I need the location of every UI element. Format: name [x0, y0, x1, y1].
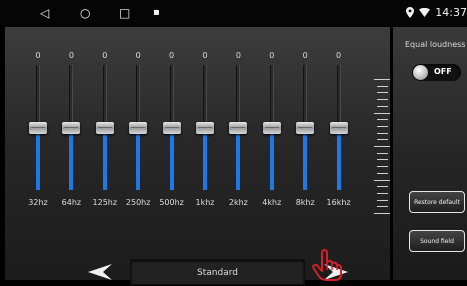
- arrow-left-icon[interactable]: [88, 264, 112, 280]
- band-value: 0: [202, 51, 208, 60]
- eq-band-32hz: 0 32hz: [23, 27, 53, 217]
- eq-band-500hz: 0 500hz: [157, 27, 187, 217]
- slider-fill: [269, 133, 274, 190]
- scale-tick: [377, 99, 388, 101]
- eq-band-8khz: 0 8khz: [290, 27, 320, 217]
- notification-icon: ▪: [153, 7, 160, 18]
- scale-tick: [374, 79, 390, 80]
- slider-knob[interactable]: [262, 121, 281, 134]
- home-icon[interactable]: ○: [80, 6, 90, 20]
- eq-band-64hz: 0 64hz: [56, 27, 86, 217]
- slider-fill: [102, 133, 107, 190]
- slider-fill: [203, 133, 207, 190]
- slider-knob[interactable]: [329, 121, 348, 134]
- scale-tick: [377, 105, 388, 107]
- location-icon: [406, 7, 415, 18]
- recents-icon[interactable]: □: [119, 6, 130, 20]
- scale-tick: [374, 179, 390, 181]
- eq-band-250hz: 0 250hz: [123, 27, 153, 217]
- slider-knob[interactable]: [229, 121, 248, 134]
- scale-tick: [377, 152, 388, 154]
- band-value: 0: [68, 51, 74, 60]
- scale-tick: [377, 125, 388, 127]
- restore-default-button[interactable]: Restore default: [409, 191, 465, 213]
- level-scale: [374, 79, 390, 214]
- eq-band-125hz: 0 125hz: [90, 27, 120, 217]
- preset-name: Standard: [130, 259, 305, 285]
- slider-knob[interactable]: [162, 121, 181, 134]
- band-value: 0: [169, 51, 175, 60]
- toggle-state: OFF: [434, 67, 452, 76]
- eq-band-16khz: 0 16khz: [324, 27, 354, 217]
- scale-tick: [377, 199, 388, 201]
- slider-knob[interactable]: [95, 121, 114, 134]
- scale-tick: [374, 213, 390, 214]
- eq-band-1khz: 0 1khz: [190, 27, 220, 217]
- clock: 14:37: [435, 6, 467, 19]
- band-value: 0: [35, 51, 41, 60]
- band-value: 0: [336, 51, 342, 60]
- slider-knob[interactable]: [296, 121, 315, 134]
- slider-knob[interactable]: [29, 121, 47, 134]
- scale-tick: [377, 172, 388, 174]
- slider-fill: [336, 133, 341, 190]
- scale-tick: [377, 132, 388, 134]
- scale-tick: [374, 112, 390, 114]
- loudness-toggle[interactable]: OFF: [412, 64, 461, 81]
- scale-tick: [377, 186, 388, 188]
- wifi-icon: [419, 8, 431, 17]
- toggle-knob: [413, 65, 428, 80]
- scale-tick: [377, 139, 388, 141]
- slider-fill: [169, 133, 174, 190]
- eq-band-2khz: 0 2khz: [223, 27, 253, 217]
- slider-fill: [303, 133, 308, 190]
- scale-tick: [377, 159, 388, 161]
- band-value: 0: [235, 51, 241, 60]
- band-value: 0: [102, 51, 108, 60]
- eq-band-4khz: 0 4khz: [257, 27, 287, 217]
- scale-tick: [377, 192, 388, 194]
- slider-knob[interactable]: [62, 121, 81, 134]
- slider-fill: [69, 133, 74, 190]
- slider-knob[interactable]: [196, 121, 214, 134]
- status-bar: ◁ ○ □ ▪ 14:37: [0, 0, 467, 26]
- scale-tick: [377, 92, 388, 94]
- slider-fill: [136, 133, 141, 190]
- band-value: 0: [269, 51, 275, 60]
- loudness-label: Equal loudness: [405, 40, 466, 49]
- scale-tick: [374, 146, 390, 147]
- scale-tick: [377, 85, 388, 87]
- band-value: 0: [135, 51, 141, 60]
- back-icon[interactable]: ◁: [40, 6, 49, 20]
- hand-pointer-icon: [312, 249, 342, 281]
- band-frequency-label: 16khz: [326, 198, 351, 207]
- slider-fill: [36, 133, 40, 190]
- slider-knob[interactable]: [129, 121, 148, 134]
- scale-tick: [377, 119, 388, 121]
- slider-fill: [236, 133, 241, 190]
- band-value: 0: [302, 51, 308, 60]
- equalizer-panel: 0 32hz 0 64hz 0 125hz 0 250hz 0 500hz 0 1khz 0 2khz 0 4…: [5, 27, 390, 285]
- scale-tick: [377, 166, 388, 168]
- sound-field-button[interactable]: Sound field: [409, 230, 465, 252]
- status-indicators: 14:37: [406, 6, 467, 19]
- scale-tick: [377, 206, 388, 208]
